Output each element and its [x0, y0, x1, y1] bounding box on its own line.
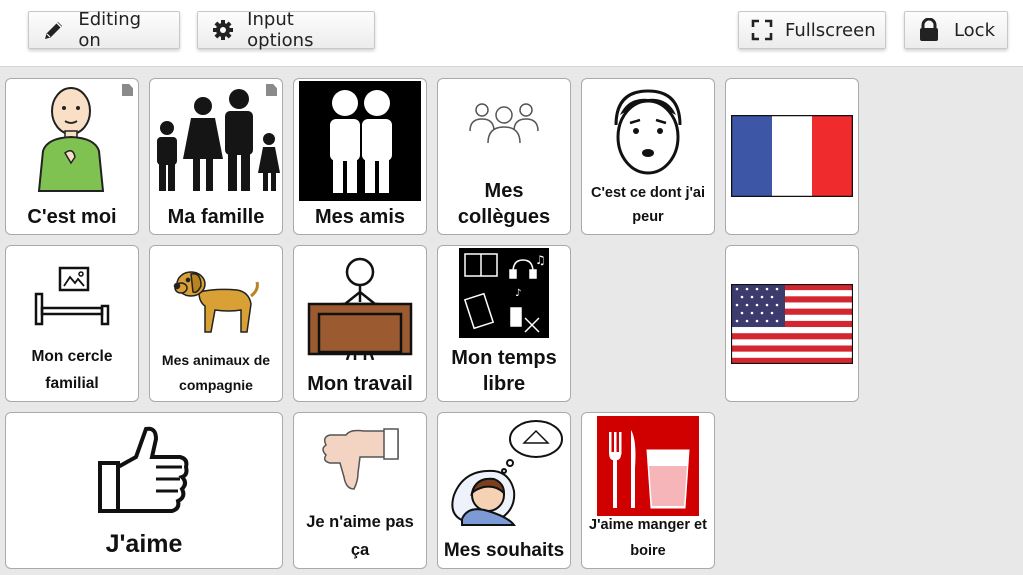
cell-label: Mes souhaits	[443, 540, 565, 562]
cell-label: J'aime manger et boire	[589, 517, 707, 559]
bed-with-picture-icon	[6, 266, 138, 330]
cell-label: Mes amis	[314, 206, 406, 228]
cell-j-aime[interactable]: J'aime	[5, 412, 283, 569]
cell-label: Ma famille	[167, 206, 265, 228]
lock-button[interactable]: Lock	[904, 11, 1008, 49]
cell-mon-travail[interactable]: Mon travail	[293, 245, 427, 402]
editing-on-button[interactable]: Editing on	[28, 9, 180, 51]
input-options-label: Input options	[247, 9, 314, 51]
thumbs-up-icon	[6, 423, 282, 519]
lock-icon	[917, 17, 942, 43]
gear-icon	[210, 17, 235, 43]
leisure-icon: ♫ ♪	[438, 248, 570, 338]
cell-mes-souhaits[interactable]: Mes souhaits	[437, 412, 571, 569]
cell-label: Mon temps libre	[451, 347, 557, 395]
colleagues-icon	[438, 93, 570, 153]
cell-mes-collegues[interactable]: Mes collègues	[437, 78, 571, 235]
cell-label: Mes collègues	[457, 180, 551, 228]
cell-label: C'est ce dont j'ai peur	[590, 184, 706, 226]
cell-c-est-moi[interactable]: C'est moi	[5, 78, 139, 235]
cell-label: C'est moi	[27, 206, 117, 228]
cell-je-n-aime-pas-ca[interactable]: Je n'aime pas ça	[293, 412, 427, 569]
cell-mes-amis[interactable]: Mes amis	[293, 78, 427, 235]
toolbar: Editing on Input options Fullscreen Lock	[0, 0, 1023, 67]
cell-mon-cercle-familial[interactable]: Mon cercle familial	[5, 245, 139, 402]
cell-label: J'aime	[105, 529, 183, 558]
fullscreen-label: Fullscreen	[785, 19, 876, 41]
cell-french-flag[interactable]	[725, 78, 859, 235]
self-pointing-person-icon	[6, 81, 138, 193]
dog-icon	[150, 262, 282, 338]
cell-label: Je n'aime pas ça	[306, 512, 414, 559]
fullscreen-button[interactable]: Fullscreen	[738, 11, 886, 49]
cell-us-flag[interactable]	[725, 245, 859, 402]
cell-label: Mon travail	[307, 373, 413, 395]
dreaming-sleeper-icon	[438, 415, 570, 527]
cell-label: Mon cercle familial	[31, 348, 113, 392]
usa-flag-icon	[726, 284, 858, 364]
lock-label: Lock	[953, 19, 995, 41]
desk-worker-icon	[294, 256, 426, 360]
cell-j-aime-manger-et-boire[interactable]: J'aime manger et boire	[581, 412, 715, 569]
family-icon	[150, 81, 282, 191]
cell-label: Mes animaux de compagnie	[161, 352, 271, 393]
france-flag-icon	[726, 115, 858, 197]
cell-c-est-ce-dont-j-ai-peur[interactable]: C'est ce dont j'ai peur	[581, 78, 715, 235]
cell-mon-temps-libre[interactable]: ♫ ♪ Mon temps libre	[437, 245, 571, 402]
input-options-button[interactable]: Input options	[197, 9, 375, 51]
fullscreen-icon	[751, 17, 773, 43]
pencil-icon	[41, 17, 66, 43]
svg-text:♫: ♫	[535, 253, 546, 267]
cell-ma-famille[interactable]: Ma famille	[149, 78, 283, 235]
svg-text:♪: ♪	[515, 288, 521, 299]
cell-mes-animaux-de-compagnie[interactable]: Mes animaux de compagnie	[149, 245, 283, 402]
eat-and-drink-icon	[582, 416, 714, 516]
editing-on-label: Editing on	[78, 9, 142, 51]
scared-face-icon	[582, 85, 714, 177]
friends-icon	[294, 81, 426, 201]
thumbs-down-icon	[294, 427, 426, 493]
